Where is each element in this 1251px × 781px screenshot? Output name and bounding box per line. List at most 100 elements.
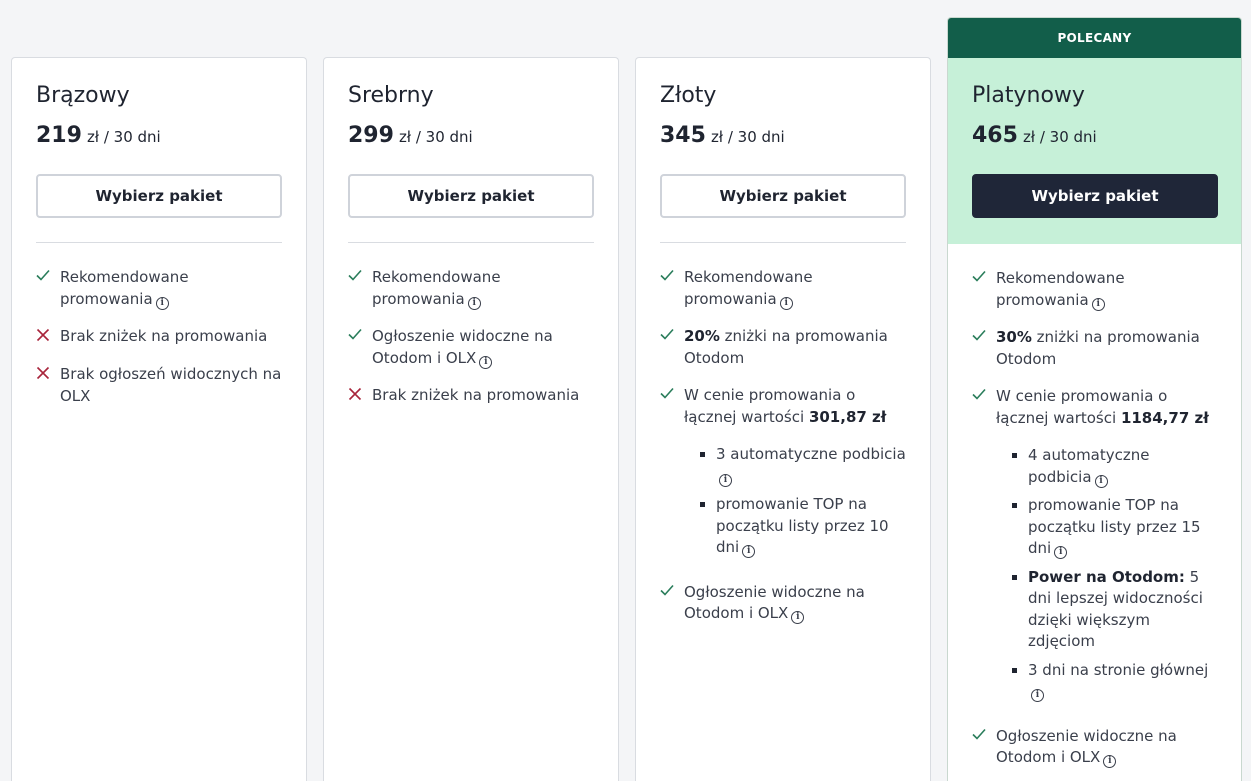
cross-icon bbox=[36, 364, 60, 386]
promo-value: 1184,77 zł bbox=[1120, 408, 1209, 427]
bullet-icon bbox=[1012, 495, 1028, 560]
check-icon bbox=[972, 726, 996, 748]
plan-title: Platynowy bbox=[972, 83, 1085, 108]
plan-card-srebrny: Srebrny 299 zł / 30 dni Wybierz pakiet R… bbox=[323, 57, 619, 781]
feature-item: Brak zniżek na promowania bbox=[348, 385, 594, 407]
feature-list: Rekomendowane promowania i 20% zniżki na … bbox=[636, 243, 930, 625]
feature-text: Ogłoszenie widoczne na Otodom i OLX bbox=[372, 327, 553, 367]
plan-card-zloty: Złoty 345 zł / 30 dni Wybierz pakiet Rek… bbox=[635, 57, 931, 781]
plan-card-platynowy: POLECANY Platynowy 465 zł / 30 dni Wybie… bbox=[947, 17, 1242, 781]
info-icon[interactable]: i bbox=[1054, 546, 1068, 559]
discount-value: 30% bbox=[996, 328, 1032, 346]
bullet-icon bbox=[700, 444, 716, 487]
feature-text: Brak zniżek na promowania bbox=[372, 386, 580, 404]
feature-item: Rekomendowane promowania i bbox=[972, 268, 1217, 311]
info-icon[interactable]: i bbox=[791, 611, 805, 624]
sub-feature-text: promowanie TOP na początku listy przez 1… bbox=[1028, 496, 1201, 557]
feature-item: Rekomendowane promowania i bbox=[36, 267, 282, 310]
plan-price-row: 219 zł / 30 dni bbox=[36, 123, 282, 151]
check-icon bbox=[348, 267, 372, 289]
feature-item: Rekomendowane promowania i bbox=[348, 267, 594, 310]
select-plan-button[interactable]: Wybierz pakiet bbox=[348, 174, 594, 218]
info-icon[interactable]: i bbox=[467, 296, 481, 310]
sub-feature-item: promowanie TOP na początku listy przez 1… bbox=[700, 494, 906, 559]
select-plan-button[interactable]: Wybierz pakiet bbox=[972, 174, 1218, 218]
check-icon bbox=[972, 327, 996, 349]
discount-value: 20% bbox=[684, 327, 720, 345]
plan-period: zł / 30 dni bbox=[86, 128, 161, 146]
plan-price-row: 345 zł / 30 dni bbox=[660, 123, 906, 151]
feature-item: Brak zniżek na promowania bbox=[36, 326, 282, 348]
info-icon[interactable]: i bbox=[1091, 297, 1105, 311]
feature-item: W cenie promowania o łącznej wartości 11… bbox=[972, 386, 1217, 710]
feature-item: 20% zniżki na promowania Otodom bbox=[660, 326, 906, 369]
bullet-icon bbox=[700, 494, 716, 559]
feature-item: Rekomendowane promowania i bbox=[660, 267, 906, 310]
sub-feature-bold: Power na Otodom: bbox=[1028, 567, 1185, 586]
sub-feature-item: 4 automatyczne podbicia i bbox=[1012, 445, 1217, 488]
plan-price-row: 299 zł / 30 dni bbox=[348, 123, 594, 151]
select-plan-button[interactable]: Wybierz pakiet bbox=[36, 174, 282, 218]
plan-price: 219 bbox=[36, 123, 82, 148]
sub-feature-item: 3 dni na stronie głównej i bbox=[1012, 660, 1217, 703]
plan-title: Brązowy bbox=[36, 83, 130, 108]
sub-feature-text: 3 dni na stronie głównej bbox=[1028, 660, 1209, 679]
feature-text: Rekomendowane promowania bbox=[684, 268, 813, 308]
check-icon bbox=[660, 582, 684, 604]
info-icon[interactable]: i bbox=[1094, 474, 1108, 488]
info-icon[interactable]: i bbox=[719, 473, 732, 487]
plan-price: 465 bbox=[972, 123, 1018, 148]
sub-feature-item: 3 automatyczne podbicia i bbox=[700, 444, 906, 487]
plan-title: Złoty bbox=[660, 83, 717, 108]
feature-item: 30% zniżki na promowania Otodom bbox=[972, 327, 1217, 370]
info-icon[interactable]: i bbox=[779, 296, 793, 310]
info-icon[interactable]: i bbox=[479, 355, 493, 369]
sub-feature-text: 4 automatyczne podbicia bbox=[1028, 446, 1150, 486]
plan-period: zł / 30 dni bbox=[710, 128, 785, 146]
cross-icon bbox=[348, 385, 372, 407]
check-icon bbox=[660, 385, 684, 407]
sub-feature-list: 3 automatyczne podbicia i promowanie TOP … bbox=[684, 444, 906, 559]
feature-item: Ogłoszenie widoczne na Otodom i OLX i bbox=[660, 582, 906, 625]
bullet-icon bbox=[1012, 567, 1028, 653]
feature-item: Ogłoszenie widoczne na Otodom i OLX i bbox=[972, 726, 1217, 769]
sub-feature-item: promowanie TOP na początku listy przez 1… bbox=[1012, 495, 1217, 560]
bullet-icon bbox=[1012, 445, 1028, 488]
feature-item: W cenie promowania o łącznej wartości 30… bbox=[660, 385, 906, 566]
info-icon[interactable]: i bbox=[1031, 689, 1044, 702]
feature-item: Ogłoszenie widoczne na Otodom i OLX i bbox=[348, 326, 594, 369]
check-icon bbox=[972, 268, 996, 290]
check-icon bbox=[972, 386, 996, 408]
feature-text: Brak zniżek na promowania bbox=[60, 327, 268, 345]
feature-text: Ogłoszenie widoczne na Otodom i OLX bbox=[996, 726, 1177, 767]
info-icon[interactable]: i bbox=[742, 545, 756, 558]
feature-text: Ogłoszenie widoczne na Otodom i OLX bbox=[684, 582, 865, 623]
feature-text: Rekomendowane promowania bbox=[372, 268, 501, 308]
feature-list: Rekomendowane promowania i Ogłoszenie wid… bbox=[324, 243, 618, 407]
feature-text: Rekomendowane promowania bbox=[996, 269, 1125, 309]
bullet-icon bbox=[1012, 660, 1028, 703]
feature-list: Rekomendowane promowania i 30% zniżki na … bbox=[948, 244, 1241, 769]
feature-list: Rekomendowane promowania i Brak zniżek na… bbox=[12, 243, 306, 407]
check-icon bbox=[660, 326, 684, 348]
select-plan-button[interactable]: Wybierz pakiet bbox=[660, 174, 906, 218]
plan-title: Srebrny bbox=[348, 83, 434, 108]
sub-feature-text: 3 automatyczne podbicia bbox=[716, 445, 906, 463]
check-icon bbox=[36, 267, 60, 289]
recommended-badge: POLECANY bbox=[948, 18, 1241, 58]
promo-value: 301,87 zł bbox=[808, 407, 887, 426]
sub-feature-list: 4 automatyczne podbicia i promowanie TOP … bbox=[996, 445, 1217, 703]
info-icon[interactable]: i bbox=[1103, 755, 1117, 768]
feature-text: Brak ogłoszeń widocznych na OLX bbox=[60, 365, 282, 405]
plan-header-highlight: Platynowy 465 zł / 30 dni Wybierz pakiet bbox=[948, 58, 1241, 244]
check-icon bbox=[660, 267, 684, 289]
info-icon[interactable]: i bbox=[155, 296, 169, 310]
plan-price: 345 bbox=[660, 123, 706, 148]
plan-price: 299 bbox=[348, 123, 394, 148]
feature-text: Rekomendowane promowania bbox=[60, 268, 189, 308]
sub-feature-item: Power na Otodom: 5 dni lepszej widocznoś… bbox=[1012, 567, 1217, 653]
feature-item: Brak ogłoszeń widocznych na OLX bbox=[36, 364, 282, 407]
plan-period: zł / 30 dni bbox=[1022, 128, 1097, 146]
cross-icon bbox=[36, 326, 60, 348]
check-icon bbox=[348, 326, 372, 348]
